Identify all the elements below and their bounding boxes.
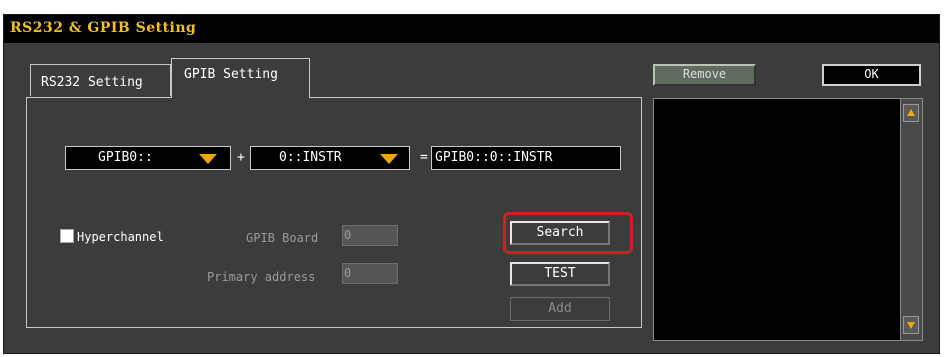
hyperchannel-label: Hyperchannel bbox=[77, 230, 164, 244]
search-button-highlight bbox=[503, 212, 633, 254]
tab-rs232-setting[interactable]: RS232 Setting bbox=[30, 64, 171, 96]
title-bar: RS232 & GPIB Setting bbox=[4, 15, 939, 43]
gpib-board-select[interactable]: GPIB0:: bbox=[65, 146, 231, 170]
resource-string-field: GPIB0::0::INSTR bbox=[431, 146, 621, 170]
gpib-board-label: GPIB Board bbox=[246, 231, 319, 245]
plus-label: + bbox=[237, 150, 245, 165]
tab-gpib-setting[interactable]: GPIB Setting bbox=[171, 58, 310, 98]
scroll-down-button[interactable] bbox=[903, 316, 919, 334]
scroll-up-button[interactable] bbox=[903, 104, 919, 122]
equals-label: = bbox=[420, 150, 428, 165]
scroll-up-arrow-icon bbox=[907, 109, 915, 116]
add-button: Add bbox=[510, 297, 610, 321]
gpib-address-select[interactable]: 0::INSTR bbox=[250, 146, 410, 170]
device-list-scrollbar[interactable] bbox=[900, 99, 922, 340]
ok-button[interactable]: OK bbox=[822, 64, 921, 86]
scroll-down-arrow-icon bbox=[907, 322, 915, 329]
gpib-board-input: 0 bbox=[342, 225, 398, 246]
primary-address-input: 0 bbox=[342, 263, 398, 284]
primary-address-label: Primary address bbox=[207, 270, 316, 284]
remove-button[interactable]: Remove bbox=[653, 64, 756, 86]
chevron-down-icon bbox=[380, 154, 398, 164]
gpib-board-select-value: GPIB0:: bbox=[98, 150, 153, 165]
test-button[interactable]: TEST bbox=[510, 262, 610, 286]
device-list[interactable] bbox=[653, 98, 923, 341]
gpib-address-select-value: 0::INSTR bbox=[279, 150, 342, 165]
chevron-down-icon bbox=[199, 154, 217, 164]
dialog-title: RS232 & GPIB Setting bbox=[10, 20, 197, 36]
hyperchannel-checkbox[interactable] bbox=[60, 229, 74, 243]
